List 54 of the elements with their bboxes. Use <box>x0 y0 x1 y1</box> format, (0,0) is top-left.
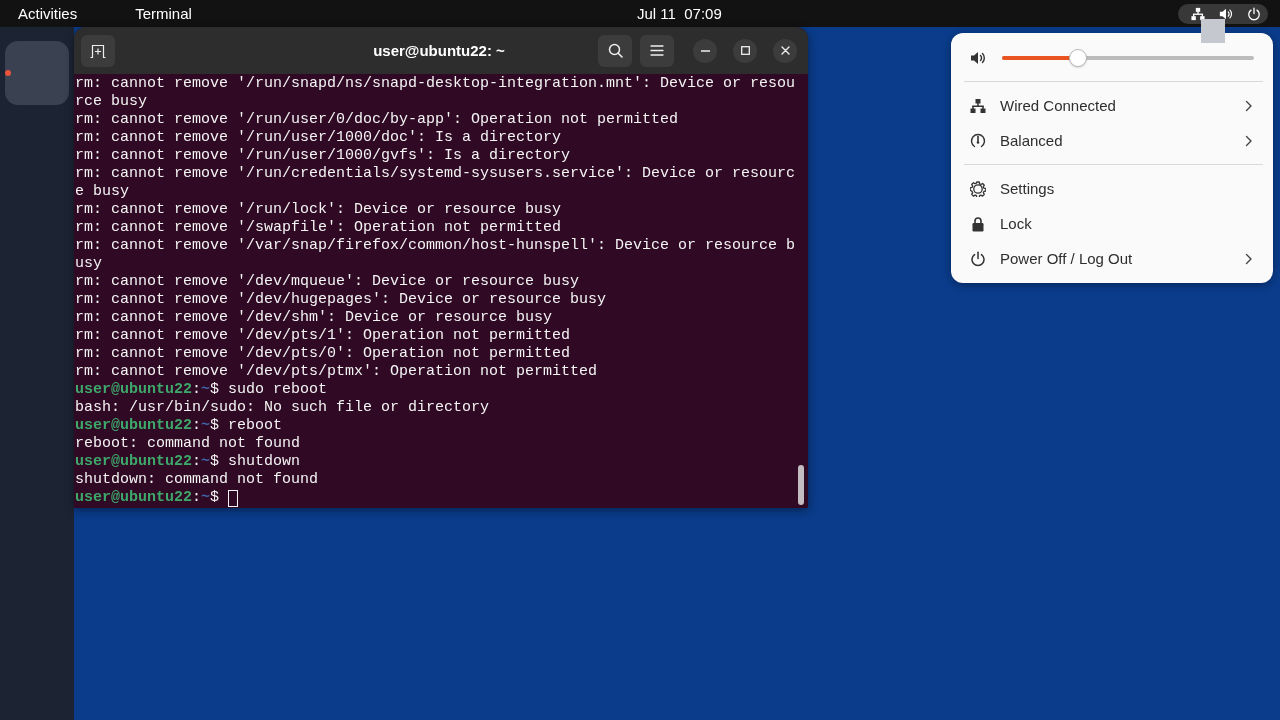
terminal-output-line: rm: cannot remove '/run/lock': Device or resource busy <box>75 201 563 219</box>
terminal-output-line: bash: /usr/bin/sudo: No such file or directory <box>75 399 491 417</box>
network-icon <box>1191 6 1205 21</box>
command-prompt-line: user@ubuntu22:~$ shutdown <box>75 453 301 471</box>
maximize-icon <box>740 46 750 55</box>
command-prompt-line: user@ubuntu22:~$ <box>75 489 220 507</box>
terminal-output-line: rm: cannot remove '/run/user/0/doc/by-app': Operation not permitted <box>75 111 680 129</box>
minimize-icon <box>700 49 710 52</box>
menu-item[interactable]: Balanced <box>961 123 1263 158</box>
menu-item[interactable]: Lock <box>961 206 1263 241</box>
scrollbar-thumb[interactable] <box>798 465 804 505</box>
close-icon <box>780 46 790 55</box>
tab-plus-icon <box>90 43 106 58</box>
terminal-output-line: rm: cannot remove '/dev/shm': Device or resource busy <box>75 309 554 327</box>
terminal-output-line: rm: cannot remove '/dev/mqueue': Device or resource busy <box>75 273 581 291</box>
settings-icon <box>970 180 986 197</box>
close-button[interactable] <box>773 38 797 63</box>
terminal-output-line: rm: cannot remove '/run/user/1000/doc': Is a directory <box>75 129 563 147</box>
volume-icon <box>970 50 986 66</box>
command-prompt-line: user@ubuntu22:~$ reboot <box>75 417 283 435</box>
lock-icon <box>970 215 986 232</box>
volume-slider[interactable] <box>1002 49 1254 67</box>
terminal-output-line: rm: cannot remove '/dev/pts/ptmx': Operation not permitted <box>75 363 599 381</box>
menu-icon <box>650 45 664 56</box>
terminal-output-line: rm: cannot remove '/swapfile': Operation not permitted <box>75 219 563 237</box>
maximize-button[interactable] <box>733 38 757 63</box>
network-icon <box>970 97 986 114</box>
terminal-output-line: shutdown: command not found <box>75 471 320 489</box>
terminal-output-line: rm: cannot remove '/run/user/1000/gvfs': Is a directory <box>75 147 572 165</box>
system-menu-button[interactable] <box>1178 3 1268 24</box>
gauge-icon <box>970 132 986 149</box>
terminal-output-line: rm: cannot remove '/dev/hugepages': Device or resource busy <box>75 291 608 309</box>
app-menu-button[interactable]: Terminal <box>135 2 192 25</box>
menu-item[interactable]: Power Off / Log Out <box>961 241 1263 276</box>
terminal-output-line: rm: cannot remove '/dev/pts/0': Operation not permitted <box>75 345 572 363</box>
power-icon <box>970 250 986 267</box>
clock-button[interactable]: Jul 11 07:09 <box>637 2 722 25</box>
menu-button[interactable] <box>640 34 674 67</box>
power-icon <box>1247 6 1261 21</box>
new-tab-button[interactable] <box>81 34 115 67</box>
search-button[interactable] <box>598 34 632 67</box>
menu-item[interactable]: Settings <box>961 171 1263 206</box>
terminal-output-line: reboot: command not found <box>75 435 302 453</box>
search-icon <box>607 43 623 58</box>
minimize-button[interactable] <box>693 38 717 63</box>
volume-slider-thumb[interactable] <box>1068 49 1087 67</box>
activities-button[interactable]: Activities <box>18 2 78 25</box>
hover-square <box>1201 19 1225 43</box>
window-title: user@ubuntu22: ~ <box>373 42 505 59</box>
dock-app-tile[interactable] <box>5 41 69 105</box>
terminal-output-line: rm: cannot remove '/dev/pts/1': Operation not permitted <box>75 327 572 345</box>
command-prompt-line: user@ubuntu22:~$ sudo reboot <box>75 381 328 399</box>
menu-item[interactable]: Wired Connected <box>961 88 1263 123</box>
volume-icon <box>1219 6 1233 21</box>
